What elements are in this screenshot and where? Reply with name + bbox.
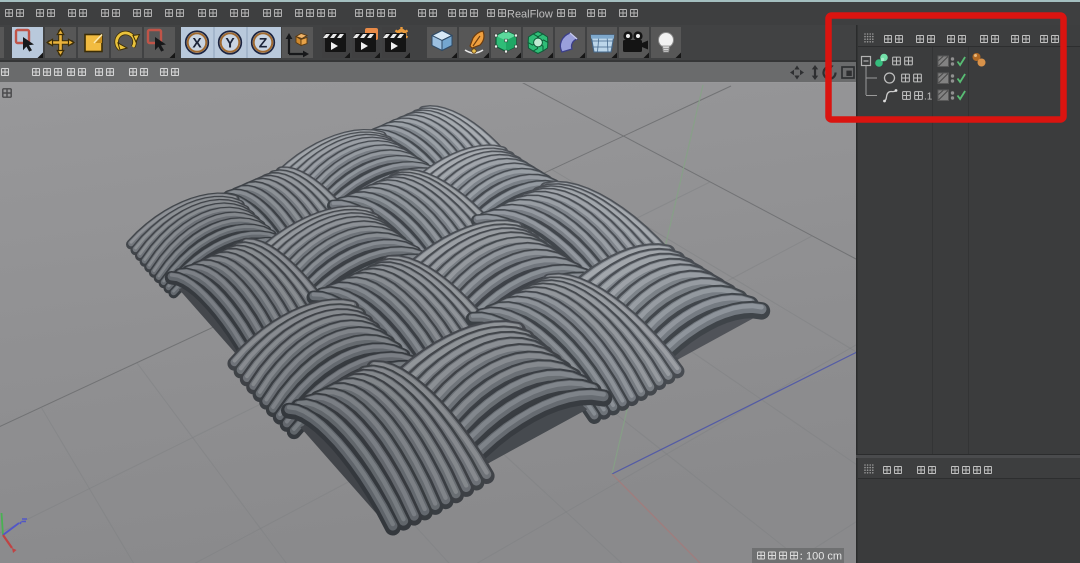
svg-text:100 cm: 100 cm (806, 551, 842, 563)
svg-text:X: X (192, 35, 202, 51)
svg-text:Y: Y (225, 35, 235, 51)
svg-text:Z: Z (259, 35, 268, 51)
svg-text:.1: .1 (924, 92, 933, 103)
svg-text:RealFlow: RealFlow (507, 9, 553, 21)
